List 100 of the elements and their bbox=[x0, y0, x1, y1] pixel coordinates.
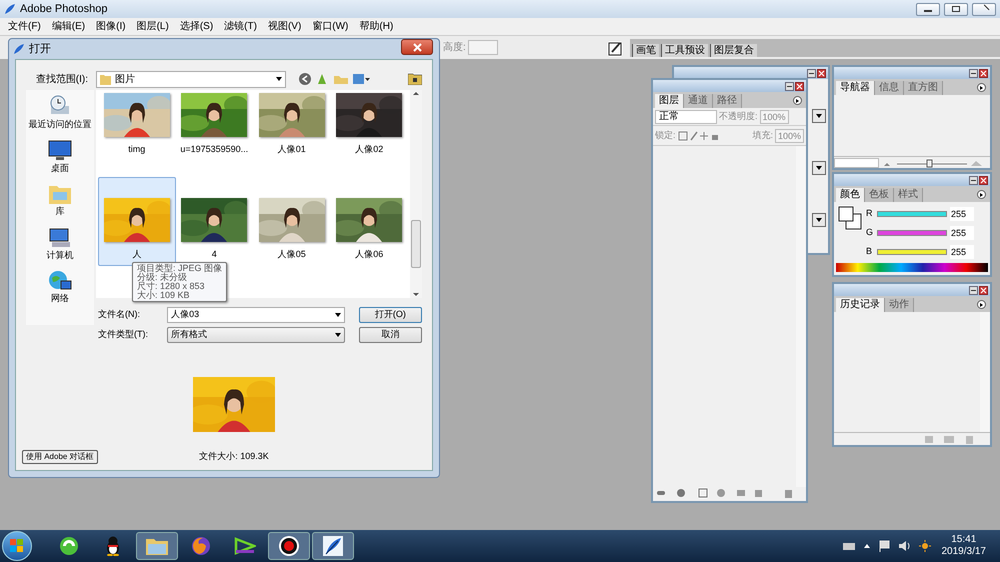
panel-tab[interactable]: 直方图 bbox=[904, 81, 943, 95]
open-button[interactable]: 打开(O) bbox=[358, 306, 422, 322]
file-name: 人 bbox=[132, 248, 142, 261]
close-icon[interactable] bbox=[979, 286, 988, 294]
close-icon[interactable] bbox=[979, 176, 988, 184]
palette-tab[interactable]: 图层复合 bbox=[710, 44, 757, 56]
adobe-dialog-button[interactable]: 使用 Adobe 对话框 bbox=[22, 450, 98, 464]
file-item[interactable]: u=1975359590... bbox=[176, 90, 253, 179]
maximize-button[interactable] bbox=[944, 2, 968, 16]
taskbar-app[interactable] bbox=[312, 532, 354, 560]
place-label[interactable]: 网络 bbox=[51, 292, 69, 306]
lock-options-icon[interactable] bbox=[678, 130, 720, 140]
file-name: 人像06 bbox=[355, 248, 384, 261]
minimize-icon[interactable] bbox=[969, 176, 978, 184]
panel-menu-icon[interactable] bbox=[977, 300, 986, 309]
panel-tab[interactable]: 导航器 bbox=[836, 81, 875, 95]
close-icon[interactable] bbox=[979, 68, 988, 78]
navigation-toolbar-icon[interactable] bbox=[298, 72, 370, 86]
tooltip-line: 项目类型: JPEG 图像 bbox=[137, 264, 222, 273]
panel-tab[interactable]: 色板 bbox=[865, 188, 894, 202]
sun-icon[interactable] bbox=[918, 539, 932, 553]
record-icon[interactable] bbox=[278, 535, 300, 557]
folder-icon bbox=[100, 74, 111, 84]
fill-label: 填充: bbox=[752, 128, 773, 142]
place-label[interactable]: 最近访问的位置 bbox=[28, 118, 92, 132]
panel-menu-icon[interactable] bbox=[977, 190, 986, 199]
menu-item[interactable]: 图像(I) bbox=[96, 19, 126, 34]
cancel-button[interactable]: 取消 bbox=[358, 326, 422, 342]
panel-tab[interactable]: 颜色 bbox=[836, 188, 865, 202]
minimize-icon[interactable] bbox=[969, 68, 978, 78]
file-size-text: 文件大小: 109.3K bbox=[199, 450, 269, 463]
menu-item[interactable]: 选择(S) bbox=[180, 19, 214, 34]
file-item[interactable]: 人像01 bbox=[253, 90, 330, 179]
palette-tab[interactable]: 工具预设 bbox=[660, 44, 708, 56]
play-icon[interactable] bbox=[234, 537, 256, 555]
panel-tab[interactable]: 历史记录 bbox=[836, 298, 885, 312]
dropdown-arrow-button[interactable] bbox=[812, 109, 826, 123]
menu-item[interactable]: 视图(V) bbox=[268, 19, 302, 34]
color-swatches-icon[interactable] bbox=[838, 206, 862, 230]
globe-icon[interactable] bbox=[59, 536, 79, 556]
keyboard-icon[interactable] bbox=[842, 541, 856, 551]
palette-tab[interactable]: 画笔 bbox=[632, 44, 659, 56]
place-label[interactable]: 桌面 bbox=[51, 162, 69, 175]
channel-value-field[interactable]: 255 bbox=[950, 226, 974, 240]
clock-date[interactable]: 2019/3/17 bbox=[942, 546, 986, 558]
blend-mode-dropdown[interactable]: 正常 bbox=[655, 110, 717, 124]
start-button[interactable] bbox=[2, 531, 32, 561]
file-item[interactable]: timg bbox=[98, 90, 176, 179]
panel-tab[interactable]: 样式 bbox=[894, 188, 923, 202]
monitor-icon bbox=[48, 140, 72, 162]
zoom-field[interactable] bbox=[834, 158, 879, 168]
tooltip-line: 大小: 109 KB bbox=[137, 291, 191, 300]
file-item[interactable]: 人像06 bbox=[330, 177, 408, 266]
dropdown-arrow-button[interactable] bbox=[812, 213, 826, 227]
look-in-dropdown[interactable]: 图片 bbox=[96, 70, 286, 88]
minimize-icon[interactable] bbox=[807, 68, 816, 78]
channel-label: G bbox=[866, 226, 874, 239]
file-name-field[interactable]: 人像03 bbox=[167, 306, 345, 322]
minimize-icon[interactable] bbox=[785, 82, 794, 90]
taskbar-app[interactable] bbox=[268, 532, 310, 560]
close-icon[interactable] bbox=[817, 68, 826, 78]
feather-icon[interactable] bbox=[322, 535, 344, 557]
fox-globe-icon[interactable] bbox=[191, 536, 211, 556]
volume-icon[interactable] bbox=[898, 539, 912, 553]
menu-item[interactable]: 编辑(E) bbox=[52, 19, 86, 34]
panel-tab[interactable]: 路径 bbox=[713, 94, 742, 108]
height-field[interactable] bbox=[468, 40, 498, 55]
panel-tab[interactable]: 图层 bbox=[655, 94, 684, 108]
panel-menu-icon[interactable] bbox=[793, 96, 802, 105]
channel-value-field[interactable]: 255 bbox=[950, 244, 974, 258]
menu-item[interactable]: 文件(F) bbox=[8, 19, 41, 34]
minimize-icon[interactable] bbox=[969, 286, 978, 294]
close-button[interactable] bbox=[401, 39, 433, 55]
tray-caret-icon[interactable] bbox=[864, 544, 870, 548]
close-icon[interactable] bbox=[795, 82, 804, 90]
dropdown-arrow-button[interactable] bbox=[812, 161, 826, 175]
flag-icon[interactable] bbox=[878, 539, 892, 553]
place-label[interactable]: 库 bbox=[56, 205, 64, 218]
scrollbar[interactable] bbox=[410, 90, 422, 298]
menu-item[interactable]: 图层(L) bbox=[136, 19, 169, 34]
clock-time[interactable]: 15:41 bbox=[951, 534, 976, 546]
minimize-button[interactable] bbox=[916, 2, 940, 16]
menu-item[interactable]: 帮助(H) bbox=[359, 19, 394, 34]
file-item[interactable]: 人像02 bbox=[330, 90, 408, 179]
place-label[interactable]: 计算机 bbox=[46, 248, 74, 262]
penguin-icon[interactable] bbox=[104, 536, 122, 556]
feather-icon bbox=[4, 3, 16, 15]
menu-item[interactable]: 窗口(W) bbox=[312, 19, 348, 34]
panel-tab[interactable]: 信息 bbox=[875, 81, 904, 95]
channel-value-field[interactable]: 255 bbox=[950, 206, 974, 220]
folder-icon[interactable] bbox=[408, 73, 422, 85]
panel-menu-icon[interactable] bbox=[977, 83, 986, 92]
file-item[interactable]: 人像05 bbox=[253, 177, 330, 266]
palette-well-icon[interactable] bbox=[608, 40, 624, 56]
caret-icon bbox=[276, 77, 282, 81]
color-spectrum-bar[interactable] bbox=[836, 263, 988, 272]
panel-tab[interactable]: 通道 bbox=[684, 94, 713, 108]
panel-tab[interactable]: 动作 bbox=[885, 298, 914, 312]
menu-item[interactable]: 滤镜(T) bbox=[224, 19, 257, 34]
file-type-dropdown[interactable]: 所有格式 bbox=[167, 326, 345, 342]
